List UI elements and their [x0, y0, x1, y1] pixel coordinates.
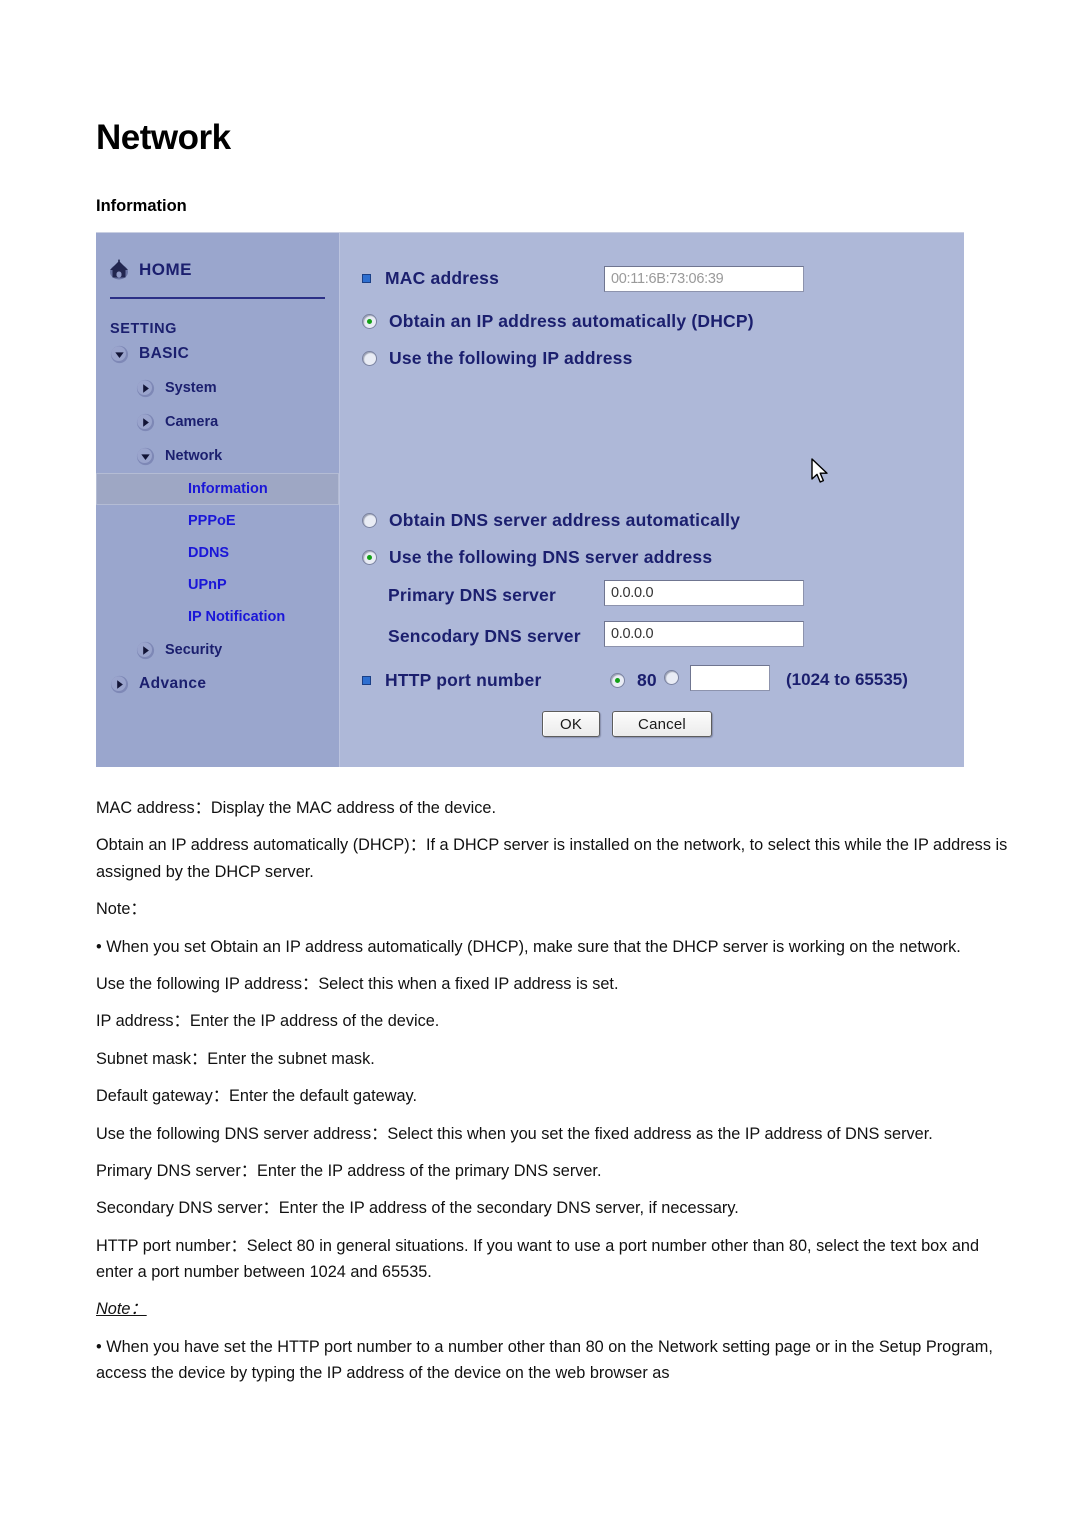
dns-auto-radio-icon[interactable]	[362, 513, 377, 528]
http-port-range-hint: (1024 to 65535)	[786, 670, 908, 689]
sidebar-item-label: PPPoE	[188, 513, 236, 529]
body-copy: MAC address：Display the MAC address of t…	[96, 795, 1008, 1387]
body-paragraph: IP address：Enter the IP address of the d…	[96, 1012, 440, 1031]
dns-manual-radio-icon[interactable]	[362, 550, 377, 565]
mac-address-label: MAC address	[385, 268, 500, 288]
sidebar-item-home-label: HOME	[139, 260, 192, 279]
dhcp-radio-label: Obtain an IP address automatically (DHCP…	[389, 311, 754, 331]
http-port-default-option[interactable]: 80	[610, 670, 657, 691]
sidebar-item-basic[interactable]: BASIC	[96, 337, 339, 371]
http-port-default-label: 80	[637, 670, 657, 690]
page-title: Network	[96, 118, 231, 157]
sidebar-item-label: Camera	[165, 414, 219, 430]
dns-auto-radio-label: Obtain DNS server address automatically	[389, 510, 741, 530]
triangle-right-icon[interactable]	[136, 641, 155, 660]
static-ip-radio-row[interactable]: Use the following IP address	[362, 348, 633, 369]
section-label: Information	[96, 197, 187, 215]
sidebar-item-camera[interactable]: Camera	[96, 405, 339, 439]
sidebar-item-pppoe[interactable]: PPPoE	[96, 505, 339, 537]
device-sidebar: HOME SETTING BASIC System Camera Network Inf…	[96, 233, 339, 767]
http-port-range-hint-row: (1024 to 65535)	[786, 670, 908, 690]
dhcp-radio-icon[interactable]	[362, 314, 377, 329]
sidebar-item-label: UPnP	[188, 577, 227, 593]
sidebar-item-information[interactable]: Information	[96, 473, 339, 505]
http-port-custom-radio-icon[interactable]	[664, 670, 679, 685]
mac-address-row: MAC address	[362, 268, 499, 289]
body-paragraph: HTTP port number：Select 80 in general si…	[96, 1236, 980, 1282]
sidebar-nav-list: BASIC System Camera Network Information PPPoE…	[96, 337, 339, 701]
note-paragraph: • When you have set the HTTP port number…	[96, 1337, 993, 1383]
triangle-right-icon[interactable]	[136, 413, 155, 432]
sidebar-item-label: Advance	[139, 675, 207, 692]
http-port-custom-field[interactable]	[690, 665, 770, 691]
sidebar-item-upnp[interactable]: UPnP	[96, 569, 339, 601]
http-port-custom-option[interactable]	[664, 670, 691, 685]
static-ip-radio-icon[interactable]	[362, 351, 377, 366]
body-paragraph: • When you set Obtain an IP address auto…	[96, 937, 961, 956]
sidebar-divider	[110, 297, 325, 299]
dns-auto-radio-row[interactable]: Obtain DNS server address automatically	[362, 510, 740, 531]
sidebar-item-label: System	[165, 380, 217, 396]
sidebar-item-label: BASIC	[139, 345, 190, 362]
body-paragraph: Obtain an IP address automatically (DHCP…	[96, 836, 1008, 881]
triangle-right-icon[interactable]	[110, 675, 129, 694]
note-heading: Note：	[96, 1300, 147, 1319]
static-ip-radio-label: Use the following IP address	[389, 348, 633, 368]
device-settings-screenshot: HOME SETTING BASIC System Camera Network Inf…	[96, 232, 964, 767]
sidebar-item-home[interactable]: HOME	[96, 255, 339, 285]
sidebar-item-advance[interactable]: Advance	[96, 667, 339, 701]
triangle-down-icon[interactable]	[110, 345, 129, 364]
triangle-right-icon[interactable]	[136, 379, 155, 398]
dns-manual-radio-label: Use the following DNS server address	[389, 547, 713, 567]
sidebar-item-label: Network	[165, 448, 223, 464]
sidebar-item-label: Information	[188, 481, 268, 497]
device-main-pane: MAC address 00:11:6B:73:06:39 Obtain an …	[339, 233, 964, 767]
sidebar-item-security[interactable]: Security	[96, 633, 339, 667]
body-paragraph: Secondary DNS server：Enter the IP addres…	[96, 1199, 739, 1218]
document-page: Network Information HOME SETTING BASIC S…	[0, 0, 1080, 1387]
sidebar-item-system[interactable]: System	[96, 371, 339, 405]
cancel-button[interactable]: Cancel	[612, 711, 712, 737]
sidebar-item-label: Security	[165, 642, 223, 658]
primary-dns-label: Primary DNS server	[388, 585, 557, 605]
mouse-cursor-icon	[810, 458, 830, 491]
body-paragraph: Use the following IP address：Select this…	[96, 974, 619, 993]
secondary-dns-label: Sencodary DNS server	[388, 626, 581, 646]
body-paragraph: Subnet mask：Enter the subnet mask.	[96, 1049, 375, 1068]
body-paragraph: Primary DNS server：Enter the IP address …	[96, 1161, 602, 1180]
http-port-label: HTTP port number	[385, 670, 542, 690]
sidebar-item-network[interactable]: Network	[96, 439, 339, 473]
http-port-row: HTTP port number	[362, 670, 542, 691]
sidebar-setting-heading: SETTING	[110, 321, 178, 337]
mac-address-field: 00:11:6B:73:06:39	[604, 266, 804, 292]
sidebar-item-ddns[interactable]: DDNS	[96, 537, 339, 569]
home-icon	[108, 259, 130, 281]
dhcp-radio-row[interactable]: Obtain an IP address automatically (DHCP…	[362, 311, 754, 332]
primary-dns-field[interactable]: 0.0.0.0	[604, 580, 804, 606]
body-paragraph: Note：	[96, 900, 147, 919]
dns-manual-radio-row[interactable]: Use the following DNS server address	[362, 547, 712, 568]
square-bullet-icon	[362, 676, 371, 685]
body-paragraph: MAC address：Display the MAC address of t…	[96, 799, 496, 817]
http-port-default-radio-icon[interactable]	[610, 673, 625, 688]
body-paragraph: Use the following DNS server address：Sel…	[96, 1124, 933, 1143]
sidebar-item-ip-notification[interactable]: IP Notification	[96, 601, 339, 633]
primary-dns-row: Primary DNS server	[388, 585, 556, 606]
secondary-dns-field[interactable]: 0.0.0.0	[604, 621, 804, 647]
body-paragraph: Default gateway：Enter the default gatewa…	[96, 1087, 417, 1106]
secondary-dns-row: Sencodary DNS server	[388, 626, 581, 647]
triangle-down-icon[interactable]	[136, 447, 155, 466]
sidebar-item-label: DDNS	[188, 545, 230, 561]
square-bullet-icon	[362, 274, 371, 283]
ok-button[interactable]: OK	[542, 711, 600, 737]
sidebar-item-label: IP Notification	[188, 609, 286, 625]
